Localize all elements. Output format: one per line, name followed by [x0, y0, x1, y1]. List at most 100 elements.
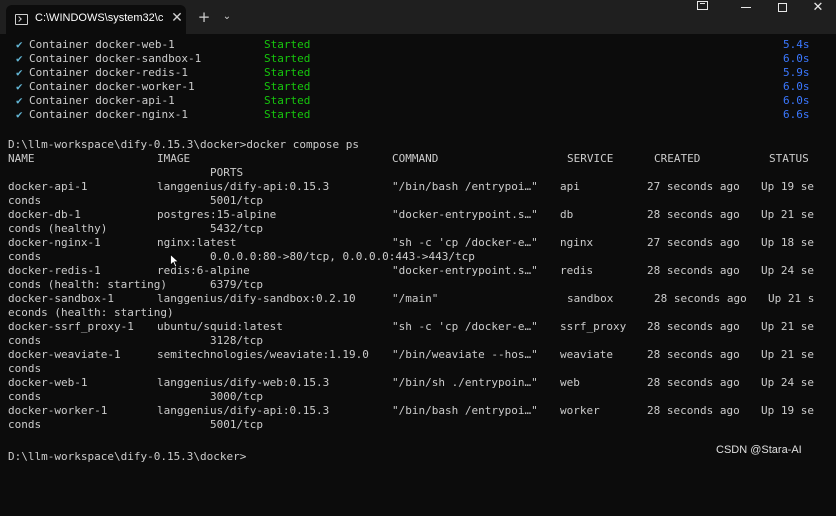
startup-line: ✔ Container docker-sandbox-1 Started 6.0…: [8, 52, 828, 66]
cell-name: docker-db-1: [8, 208, 81, 221]
table-row-wrap: conds 5001/tcp: [8, 194, 828, 208]
cell-image: ubuntu/squid:latest: [157, 320, 283, 333]
cell-command: "/bin/bash /entrypoi…": [392, 180, 538, 193]
cell-service: nginx: [560, 236, 594, 249]
cell-ports: 3128/tcp: [210, 334, 263, 347]
cell-status: Up 24 se: [761, 264, 814, 277]
cell-name: docker-ssrf_proxy-1: [8, 320, 134, 333]
startup-container: Container docker-redis-1: [29, 66, 188, 79]
startup-line: ✔ Container docker-redis-1 Started 5.9s: [8, 66, 828, 80]
cell-image: nginx:latest: [157, 236, 237, 249]
startup-duration: 5.4s: [783, 38, 810, 51]
startup-status: Started: [264, 38, 311, 51]
cell-image: semitechnologies/weaviate:1.19.0: [157, 348, 369, 361]
cell-name: docker-worker-1: [8, 404, 108, 417]
table-row: docker-sandbox-1 langgenius/dify-sandbox…: [8, 292, 828, 306]
close-window-button[interactable]: ✕: [796, 0, 836, 34]
startup-status: Started: [264, 66, 311, 79]
header-created: CREATED: [654, 152, 701, 165]
cell-status-wrap: conds: [8, 194, 42, 207]
cell-created: 28 seconds ago: [647, 404, 740, 417]
startup-container: Container docker-nginx-1: [29, 108, 188, 121]
table-row-wrap: conds (health: starting) 6379/tcp: [8, 278, 828, 292]
table-row: docker-weaviate-1 semitechnologies/weavi…: [8, 348, 828, 362]
cell-created: 28 seconds ago: [647, 320, 740, 333]
cell-status-wrap: conds (health: starting): [8, 278, 167, 291]
table-row: docker-ssrf_proxy-1 ubuntu/squid:latest …: [8, 320, 828, 334]
cell-service: ssrf_proxy: [560, 320, 627, 333]
cell-service: web: [560, 376, 580, 389]
title-bar: C:\WINDOWS\system32\cmd.e ✕ + ⌄ ✕: [0, 0, 836, 34]
table-header-wrap: PORTS: [8, 166, 828, 180]
cell-ports: 5001/tcp: [210, 194, 263, 207]
table-row-wrap: conds: [8, 362, 828, 376]
new-tab-button[interactable]: +: [197, 10, 211, 25]
cell-service: redis: [560, 264, 594, 277]
compact-overlay-button[interactable]: [680, 0, 724, 34]
cell-created: 28 seconds ago: [647, 348, 740, 361]
startup-container: Container docker-sandbox-1: [29, 52, 202, 65]
table-row: docker-db-1 postgres:15-alpine "docker-e…: [8, 208, 828, 222]
table-row: docker-redis-1 redis:6-alpine "docker-en…: [8, 264, 828, 278]
startup-duration: 6.0s: [783, 94, 810, 107]
startup-duration: 6.0s: [783, 80, 810, 93]
cell-service: db: [560, 208, 574, 221]
cell-status-wrap: conds: [8, 390, 42, 403]
cell-status-wrap: conds (healthy): [8, 222, 108, 235]
cell-ports: 0.0.0.0:80->80/tcp, 0.0.0.0:443->443/tcp: [210, 250, 475, 263]
close-tab-icon[interactable]: ✕: [170, 10, 184, 26]
tab-title: C:\WINDOWS\system32\cmd.e: [35, 12, 163, 24]
startup-status: Started: [264, 108, 311, 121]
cell-status-wrap: econds (health: starting): [8, 306, 174, 319]
check-icon: ✔: [16, 66, 23, 79]
cell-status: Up 19 se: [761, 404, 814, 417]
startup-duration: 5.9s: [783, 66, 810, 79]
table-row-wrap: conds 3128/tcp: [8, 334, 828, 348]
header-ports: PORTS: [210, 166, 244, 179]
cell-status: Up 21 se: [761, 320, 814, 333]
cell-name: docker-redis-1: [8, 264, 101, 277]
startup-status: Started: [264, 52, 311, 65]
cell-service: weaviate: [560, 348, 613, 361]
prompt-line[interactable]: D:\llm-workspace\dify-0.15.3\docker>: [8, 450, 246, 464]
cell-created: 27 seconds ago: [647, 180, 740, 193]
cell-command: "sh -c 'cp /docker-e…": [392, 236, 538, 249]
startup-line: ✔ Container docker-web-1 Started 5.4s: [8, 38, 828, 52]
cell-command: "/bin/weaviate --hos…": [392, 348, 538, 361]
cell-status-wrap: conds: [8, 418, 42, 431]
startup-duration: 6.0s: [783, 52, 810, 65]
cell-image: postgres:15-alpine: [157, 208, 277, 221]
header-command: COMMAND: [392, 152, 439, 165]
table-row: docker-web-1 langgenius/dify-web:0.15.3 …: [8, 376, 828, 390]
cell-image: langgenius/dify-api:0.15.3: [157, 180, 330, 193]
cell-command: "/bin/bash /entrypoi…": [392, 404, 538, 417]
cell-image: langgenius/dify-api:0.15.3: [157, 404, 330, 417]
cell-status: Up 21 se: [761, 208, 814, 221]
table-row-wrap: conds 0.0.0.0:80->80/tcp, 0.0.0.0:443->4…: [8, 250, 828, 264]
cell-ports: 6379/tcp: [210, 278, 263, 291]
cell-command: "/main": [392, 292, 439, 305]
cell-ports: 3000/tcp: [210, 390, 263, 403]
check-icon: ✔: [16, 52, 23, 65]
startup-line: ✔ Container docker-nginx-1 Started 6.6s: [8, 108, 828, 122]
terminal-output[interactable]: ✔ Container docker-web-1 Started 5.4s ✔ …: [0, 34, 836, 466]
table-row-wrap: conds 3000/tcp: [8, 390, 828, 404]
startup-status: Started: [264, 80, 311, 93]
table-row-wrap: conds (healthy) 5432/tcp: [8, 222, 828, 236]
tab-dropdown-icon[interactable]: ⌄: [220, 10, 234, 24]
cell-name: docker-api-1: [8, 180, 88, 193]
check-icon: ✔: [16, 94, 23, 107]
cell-status-wrap: conds: [8, 362, 42, 375]
table-row-wrap: econds (health: starting): [8, 306, 828, 320]
startup-container: Container docker-web-1: [29, 38, 175, 51]
cell-status-wrap: conds: [8, 334, 42, 347]
terminal-tab[interactable]: C:\WINDOWS\system32\cmd.e ✕: [6, 5, 186, 34]
mouse-pointer-icon: [170, 254, 180, 268]
check-icon: ✔: [16, 38, 23, 51]
cell-status: Up 21 se: [761, 348, 814, 361]
cell-status: Up 18 se: [761, 236, 814, 249]
pin-window-icon: [696, 1, 708, 10]
cell-ports: 5001/tcp: [210, 418, 263, 431]
maximize-icon: [777, 3, 787, 12]
cell-name: docker-weaviate-1: [8, 348, 121, 361]
